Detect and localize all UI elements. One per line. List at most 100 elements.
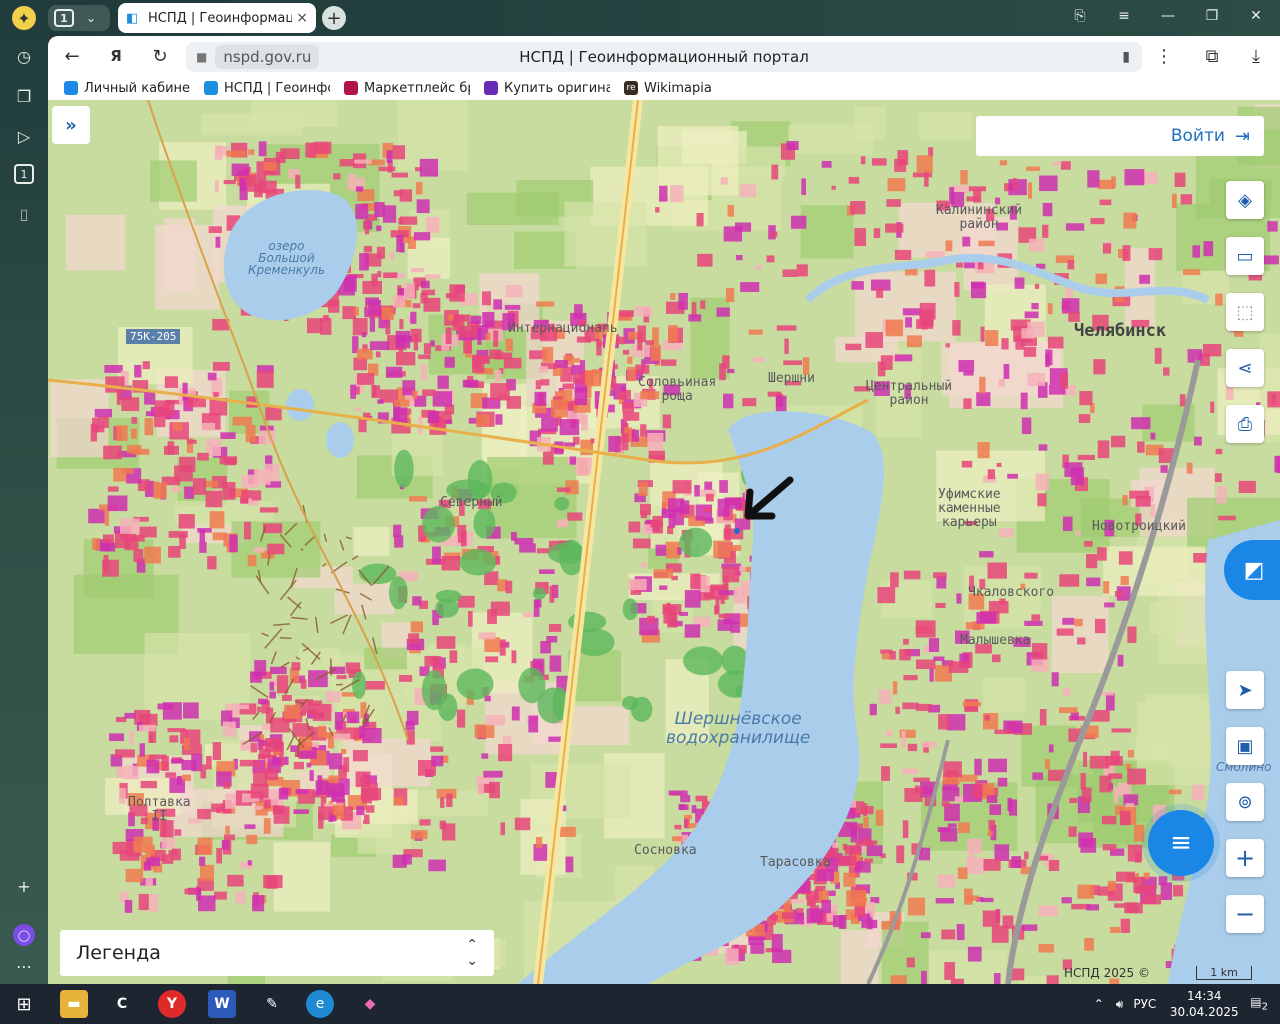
login-label: Войти <box>1170 126 1225 146</box>
place-label: Уфимские каменные карьеры <box>938 487 1001 530</box>
scale-bar: 1 km <box>1196 966 1252 980</box>
paint-icon[interactable]: ✎ <box>258 990 286 1018</box>
tab-bar: 1 ⌄ ◧ НСПД | Геоинформаци × + ⎘ ≡ — ❐ ✕ <box>48 0 1280 36</box>
bookmark-item[interactable]: re Wikimapia <box>624 81 750 96</box>
login-arrow-icon: ⇥ <box>1234 125 1250 147</box>
screenshot-icon[interactable]: ⌷ <box>12 204 36 228</box>
tab-title: НСПД | Геоинформаци <box>148 10 293 26</box>
place-label: Шершни <box>768 371 815 386</box>
windows-start-icon[interactable]: ⊞ <box>10 990 38 1018</box>
nspd-favicon-icon: ◧ <box>126 11 139 26</box>
bookmark-item[interactable]: Маркетплейс бре <box>344 81 470 96</box>
bookmark-label: Маркетплейс бре <box>364 80 470 96</box>
bookmark-icon[interactable]: ▮ <box>1122 49 1130 65</box>
download-icon[interactable]: ⤓ <box>1244 44 1268 68</box>
active-tab[interactable]: ◧ НСПД | Геоинформаци × <box>118 3 316 33</box>
more-icon[interactable]: ⋯ <box>12 954 36 978</box>
word-icon[interactable]: W <box>208 990 236 1018</box>
city-label: Челябинск <box>1074 321 1167 341</box>
chat-icon[interactable]: ≡ <box>1148 810 1214 876</box>
tab-one-icon[interactable]: 1 <box>14 164 34 184</box>
bookmark-favicon-icon <box>204 81 218 95</box>
bookmarks-bar: Личный кабинет п НСПД | Геоинфор Маркетпле… <box>48 76 1280 100</box>
extensions-icon[interactable]: ⧉ <box>1200 44 1224 68</box>
area-select-icon[interactable]: ⬚ <box>1226 293 1264 331</box>
page-title: НСПД | Геоинформационный портал <box>519 48 809 66</box>
notification-icon[interactable]: ▤2 <box>1250 995 1268 1012</box>
login-button[interactable]: Войти ⇥ <box>976 116 1264 156</box>
yandex-browser-icon[interactable]: Y <box>158 990 186 1018</box>
back-icon[interactable]: ← <box>60 44 84 68</box>
windows-taskbar: ⊞ ▬ C Y W ✎ e ◆ ⌃ 🔊︎ РУС 14:34 30.04.202… <box>0 984 1280 1024</box>
place-label: Чкаловского <box>968 585 1055 600</box>
close-tab-icon[interactable]: × <box>296 10 308 26</box>
clock[interactable]: 14:34 30.04.2025 <box>1166 988 1242 1020</box>
annotation-arrow-icon <box>744 476 794 520</box>
bookmark-label: НСПД | Геоинфор <box>224 80 330 96</box>
layers-icon[interactable]: ◈ <box>1226 181 1264 219</box>
expand-panel-button[interactable]: » <box>52 106 90 144</box>
file-explorer-icon[interactable]: ▬ <box>60 990 88 1018</box>
browser-side-panel: ✦ ◷ ❐ ▷ 1 ⌷ + ◯ ⋯ <box>0 0 48 984</box>
locate-icon[interactable]: ➤ <box>1226 671 1264 709</box>
tab-count-badge: 1 <box>54 9 74 27</box>
lake-label: озеро Большой Кременкуль <box>248 239 325 277</box>
ccleaner-icon[interactable]: C <box>108 990 136 1018</box>
place-label: Сосновка <box>634 843 697 858</box>
collections-icon[interactable]: ❐ <box>12 84 36 108</box>
bookmark-item[interactable]: Личный кабинет п <box>64 81 190 96</box>
minimize-icon[interactable]: — <box>1156 8 1180 24</box>
close-window-icon[interactable]: ✕ <box>1244 8 1268 24</box>
url-field[interactable]: ■ nspd.gov.ru НСПД | Геоинформационный п… <box>186 42 1142 72</box>
bookmark-favicon-icon: re <box>624 81 638 95</box>
legend-toggle-icon[interactable]: ⌃ ⌄ <box>466 937 478 969</box>
place-label: Интернациональ <box>508 321 618 336</box>
bookmark-favicon-icon <box>344 81 358 95</box>
edge-icon[interactable]: e <box>306 990 334 1018</box>
zoom-in-button[interactable]: + <box>1226 839 1264 877</box>
place-label: Малышевка <box>960 633 1031 648</box>
share-icon[interactable]: ⋖ <box>1226 349 1264 387</box>
place-label: Полтавка II <box>128 795 191 824</box>
tab-counter[interactable]: 1 ⌄ <box>48 5 110 31</box>
bookmark-manager-icon[interactable]: ⎘ <box>1068 8 1092 24</box>
zoom-out-button[interactable]: − <box>1226 895 1264 933</box>
notification-count: 2 <box>1261 1001 1268 1013</box>
system-tray: ⌃ 🔊︎ РУС 14:34 30.04.2025 ▤2 <box>1094 984 1280 1024</box>
nspd-logo-icon[interactable]: ◩ <box>1224 540 1280 600</box>
more-options-icon[interactable]: ⋮ <box>1152 44 1176 68</box>
bookmark-label: Личный кабинет п <box>84 80 190 96</box>
address-bar: ← Я ↻ ■ nspd.gov.ru НСПД | Геоинформацио… <box>48 36 1280 76</box>
new-tab-button[interactable]: + <box>322 6 346 30</box>
search-location-icon[interactable]: ⊚ <box>1226 783 1264 821</box>
menu-icon[interactable]: ≡ <box>1112 8 1136 24</box>
district-label: Центральный район <box>866 379 953 408</box>
bookmark-favicon-icon <box>484 81 498 95</box>
bookmark-label: Wikimapia <box>644 80 712 96</box>
ruler-icon[interactable]: ▭ <box>1226 237 1264 275</box>
media-icon[interactable]: ▷ <box>12 124 36 148</box>
legend-panel[interactable]: Легенда ⌃ ⌄ <box>60 930 494 976</box>
history-icon[interactable]: ◷ <box>12 44 36 68</box>
road-code-label: 75К-205 <box>126 329 181 344</box>
volume-icon[interactable]: 🔊︎ <box>1116 997 1124 1012</box>
add-panel-icon[interactable]: + <box>12 874 36 898</box>
bookmark-item[interactable]: Купить оригинал <box>484 81 610 96</box>
bookmark-item[interactable]: НСПД | Геоинфор <box>204 81 330 96</box>
chevron-down-icon: ⌄ <box>86 11 97 25</box>
map-view[interactable]: озеро Большой Кременкуль 75К-205 Шершнёв… <box>48 100 1280 984</box>
bookmark-favicon-icon <box>64 81 78 95</box>
app-drop-icon[interactable]: ◆ <box>356 990 384 1018</box>
language-indicator[interactable]: РУС <box>1133 997 1156 1011</box>
tray-expand-icon[interactable]: ⌃ <box>1094 997 1104 1011</box>
legend-label: Легенда <box>76 942 161 964</box>
minimap-icon[interactable]: ▣ <box>1226 727 1264 765</box>
reload-icon[interactable]: ↻ <box>148 44 172 68</box>
alice-icon[interactable]: ✦ <box>12 6 36 30</box>
assistant-icon[interactable]: ◯ <box>13 924 35 946</box>
print-icon[interactable]: ⎙ <box>1226 405 1264 443</box>
restore-icon[interactable]: ❐ <box>1200 8 1224 24</box>
place-label: Новотроицкий <box>1092 519 1186 534</box>
district-label: Калининский район <box>936 203 1023 232</box>
yandex-icon[interactable]: Я <box>104 44 128 68</box>
